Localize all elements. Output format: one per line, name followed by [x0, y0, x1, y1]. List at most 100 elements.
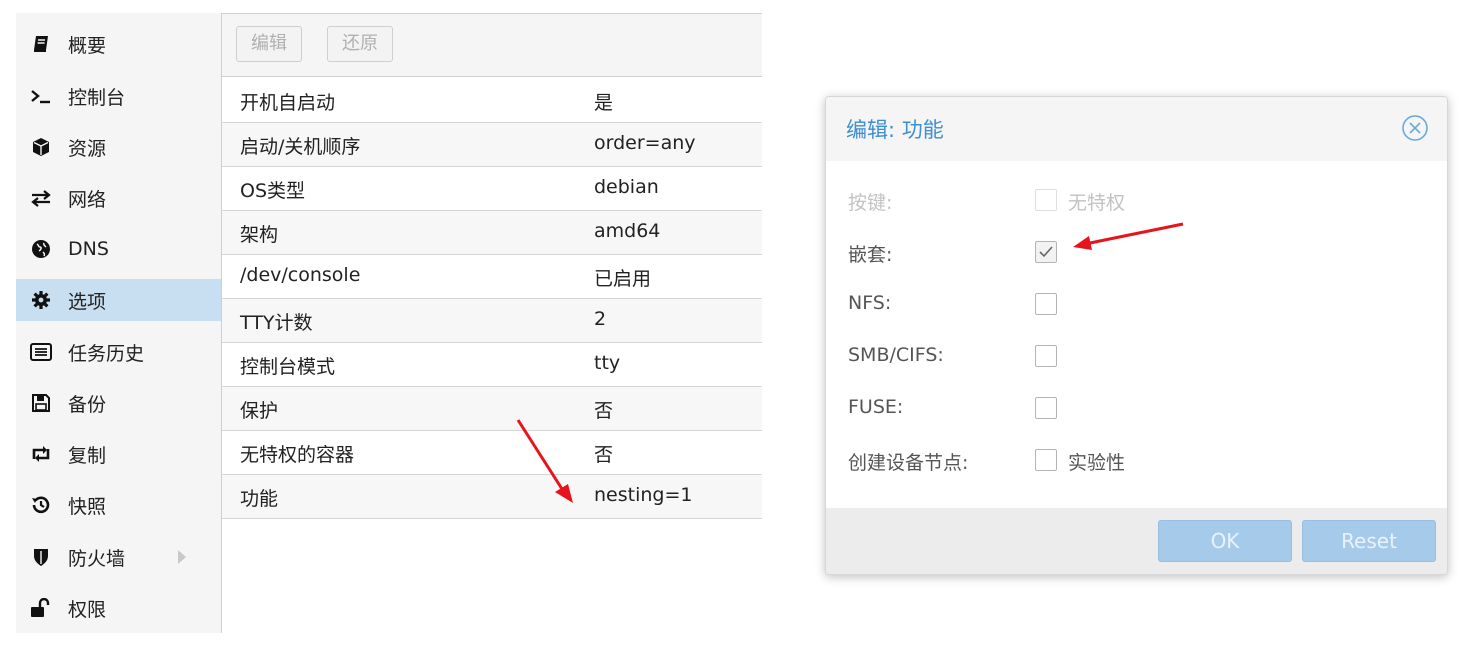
features-dialog: 编辑: 功能 按键: 无特权 嵌套: NFS: SMB/CIFS: FUSE:: [825, 96, 1448, 575]
revert-button[interactable]: 还原: [327, 26, 393, 62]
history-icon: [30, 494, 52, 516]
reset-button[interactable]: Reset: [1302, 520, 1436, 562]
gear-icon: [30, 289, 52, 311]
option-value: amd64: [594, 220, 661, 242]
shield-icon: [30, 546, 52, 568]
checkbox-text: 实验性: [1068, 452, 1126, 474]
field-keyctl: 按键: 无特权: [826, 181, 1447, 221]
globe-icon: [30, 238, 52, 260]
sidebar-item-label: 备份: [68, 393, 107, 416]
sidebar-item-task-history[interactable]: 任务历史: [16, 331, 221, 373]
nfs-checkbox[interactable]: [1035, 293, 1057, 315]
option-key: 开机自启动: [240, 92, 336, 114]
option-key: OS类型: [240, 180, 306, 202]
dialog-footer: OK Reset: [826, 508, 1447, 574]
option-value: 是: [594, 92, 614, 114]
field-label: SMB/CIFS:: [848, 344, 944, 366]
floppy-icon: [30, 392, 52, 414]
retweet-icon: [30, 443, 52, 465]
sidebar-item-console[interactable]: 控制台: [16, 75, 221, 117]
sidebar-item-label: 复制: [68, 444, 107, 467]
option-key: 控制台模式: [240, 356, 336, 378]
list-icon: [30, 341, 52, 363]
field-label: FUSE:: [848, 396, 904, 418]
edit-button[interactable]: 编辑: [236, 26, 302, 62]
expand-arrow-icon[interactable]: [178, 550, 186, 564]
option-value: 已启用: [594, 268, 652, 290]
dialog-title: 编辑: 功能: [846, 118, 944, 142]
table-row[interactable]: OS类型 debian: [222, 167, 762, 211]
sidebar-item-label: 任务历史: [68, 342, 145, 365]
unlock-icon: [30, 597, 52, 619]
smb-cifs-checkbox[interactable]: [1035, 345, 1057, 367]
option-value: tty: [594, 352, 621, 374]
exchange-icon: [30, 187, 52, 209]
sidebar-item-snapshot[interactable]: 快照: [16, 484, 221, 526]
table-row[interactable]: 架构 amd64: [222, 211, 762, 255]
sidebar-item-label: DNS: [68, 238, 109, 260]
sidebar-item-label: 控制台: [68, 86, 126, 109]
table-row[interactable]: 控制台模式 tty: [222, 343, 762, 387]
sidebar-item-backup[interactable]: 备份: [16, 382, 221, 424]
option-value: debian: [594, 176, 659, 198]
option-key: 启动/关机顺序: [240, 136, 361, 158]
sidebar-item-dns[interactable]: DNS: [16, 228, 221, 270]
dialog-body: 按键: 无特权 嵌套: NFS: SMB/CIFS: FUSE: 创建设备节点:…: [826, 161, 1447, 507]
keyctl-checkbox[interactable]: [1035, 189, 1057, 211]
field-mknod: 创建设备节点: 实验性: [826, 441, 1447, 481]
option-key: 保护: [240, 400, 279, 422]
book-icon: [30, 33, 52, 55]
option-key: 无特权的容器: [240, 444, 355, 466]
option-value: 2: [594, 308, 607, 330]
checkmark-icon: [1039, 246, 1053, 258]
dialog-header: 编辑: 功能: [826, 97, 1447, 161]
sidebar-item-summary[interactable]: 概要: [16, 23, 221, 65]
option-key: /dev/console: [240, 264, 361, 286]
table-row[interactable]: 保护 否: [222, 387, 762, 431]
sidebar-item-replication[interactable]: 复制: [16, 433, 221, 475]
sidebar: 概要 控制台 资源 网络 DNS 选项 任务历史 备份 复制 快照 防火墙 权限: [16, 13, 222, 633]
field-label: 按键:: [848, 192, 893, 214]
nesting-checkbox[interactable]: [1035, 241, 1057, 263]
sidebar-item-label: 快照: [68, 495, 107, 518]
ok-button[interactable]: OK: [1158, 520, 1292, 562]
option-value: order=any: [594, 132, 696, 154]
option-key: 功能: [240, 488, 279, 510]
option-key: TTY计数: [240, 312, 313, 334]
options-toolbar: 编辑 还原: [222, 13, 762, 77]
field-nfs: NFS:: [826, 285, 1447, 325]
option-value: 否: [594, 400, 614, 422]
sidebar-item-label: 权限: [68, 598, 107, 621]
sidebar-item-label: 资源: [68, 137, 107, 160]
sidebar-item-label: 防火墙: [68, 547, 126, 570]
field-label: 创建设备节点:: [848, 452, 969, 474]
table-row[interactable]: /dev/console 已启用: [222, 255, 762, 299]
table-row[interactable]: 无特权的容器 否: [222, 431, 762, 475]
sidebar-item-resources[interactable]: 资源: [16, 126, 221, 168]
sidebar-item-network[interactable]: 网络: [16, 177, 221, 219]
terminal-icon: [30, 85, 52, 107]
table-row[interactable]: 功能 nesting=1: [222, 475, 762, 519]
sidebar-item-label: 概要: [68, 34, 107, 57]
mknod-checkbox[interactable]: [1035, 449, 1057, 471]
table-row[interactable]: 启动/关机顺序 order=any: [222, 123, 762, 167]
option-value: nesting=1: [594, 484, 693, 506]
table-row[interactable]: TTY计数 2: [222, 299, 762, 343]
sidebar-item-permissions[interactable]: 权限: [16, 587, 221, 629]
option-value: 否: [594, 444, 614, 466]
cube-icon: [30, 136, 52, 158]
sidebar-item-options[interactable]: 选项: [16, 279, 221, 321]
field-fuse: FUSE:: [826, 389, 1447, 429]
field-nesting: 嵌套:: [826, 233, 1447, 273]
sidebar-item-firewall[interactable]: 防火墙: [16, 536, 221, 578]
field-label: NFS:: [848, 292, 892, 314]
sidebar-item-label: 网络: [68, 188, 107, 211]
checkbox-text: 无特权: [1068, 192, 1126, 214]
field-smb-cifs: SMB/CIFS:: [826, 337, 1447, 377]
fuse-checkbox[interactable]: [1035, 397, 1057, 419]
close-icon[interactable]: [1401, 114, 1429, 142]
table-row[interactable]: 开机自启动 是: [222, 79, 762, 123]
field-label: 嵌套:: [848, 244, 893, 266]
sidebar-item-label: 选项: [68, 290, 107, 313]
option-key: 架构: [240, 224, 279, 246]
